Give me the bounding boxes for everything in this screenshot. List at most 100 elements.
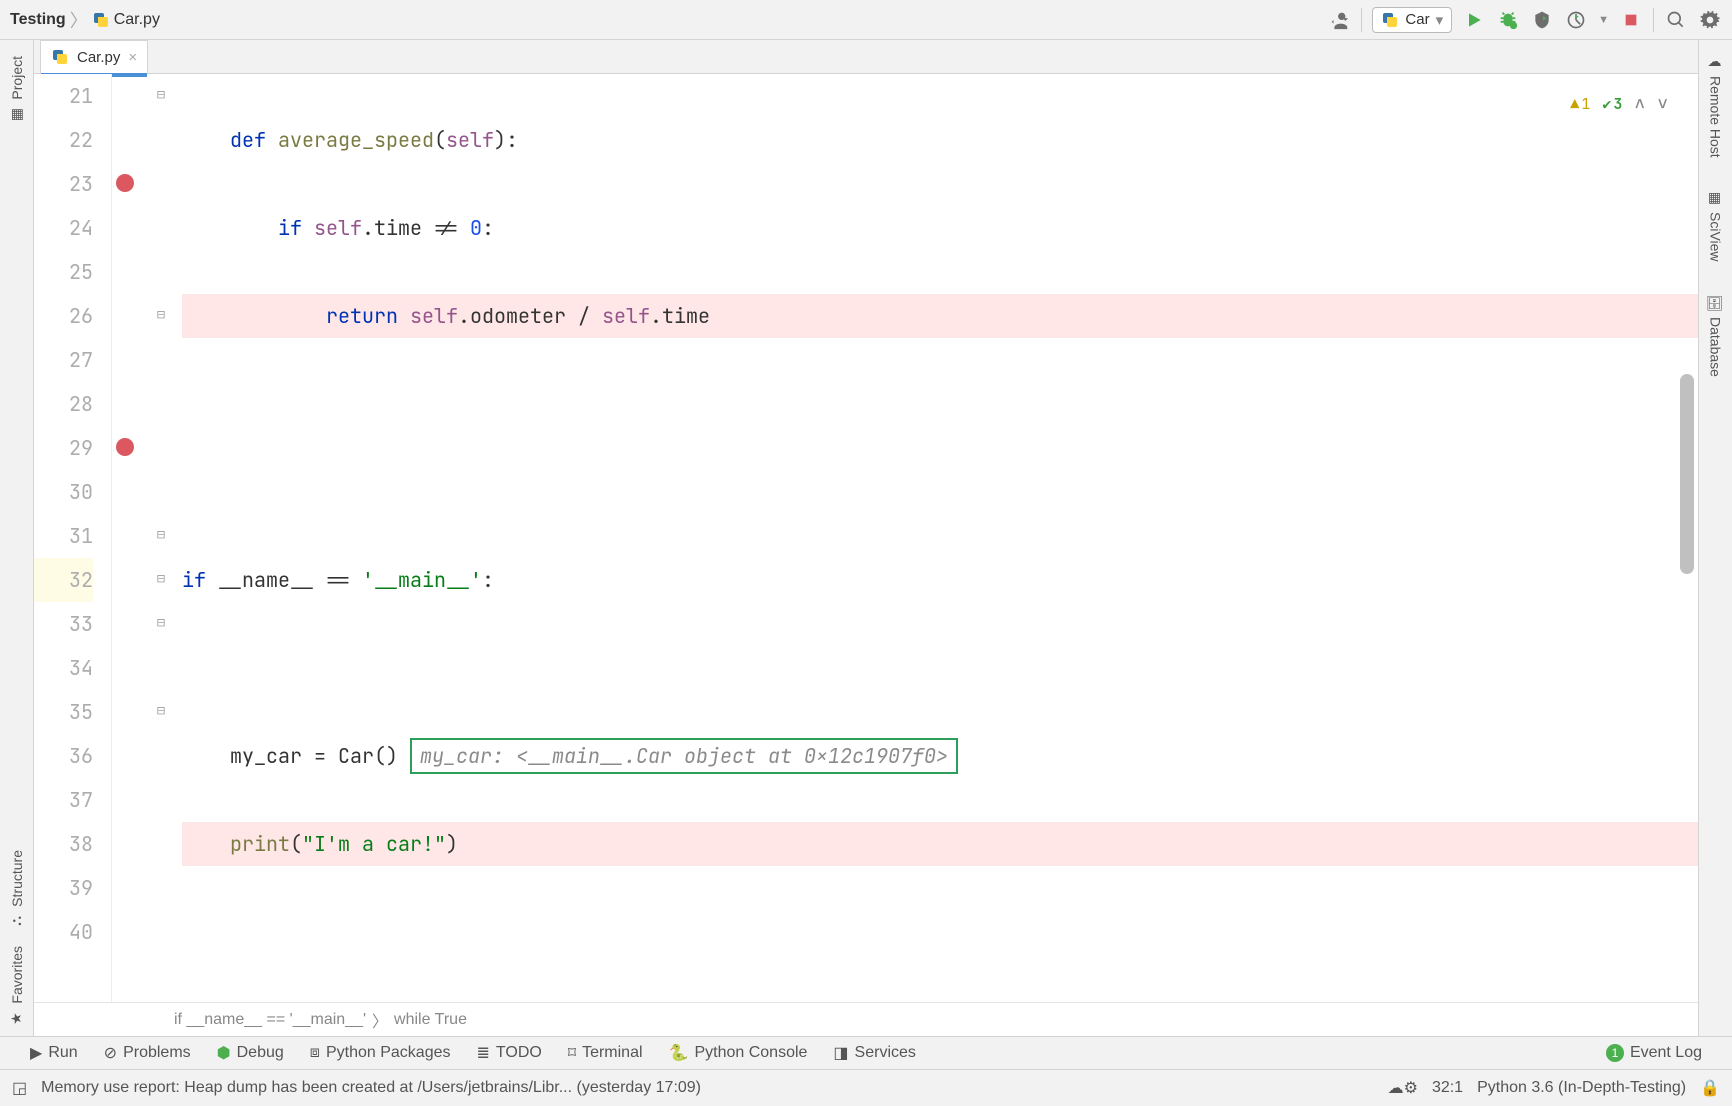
tool-window-toggle-icon[interactable]: ◲ (12, 1078, 27, 1098)
project-tool-tab[interactable]: ▦Project (9, 46, 25, 132)
code-line[interactable]: return self.odometer / self.time (182, 294, 1698, 338)
pypkg-label: Python Packages (326, 1044, 451, 1062)
line-number[interactable]: 27 (34, 338, 93, 382)
services-tool-tab[interactable]: ◨Services (833, 1043, 915, 1063)
code-line[interactable] (182, 470, 1698, 514)
line-number[interactable]: 38 (34, 822, 93, 866)
line-number[interactable]: 29 (34, 426, 93, 470)
breadcrumb-project[interactable]: Testing (10, 11, 66, 29)
code-line[interactable]: def average_speed(self): (182, 118, 1698, 162)
search-icon[interactable] (1664, 8, 1688, 32)
line-number[interactable]: 37 (34, 778, 93, 822)
line-number-gutter[interactable]: 21 22 23 24 25 26 27 28 29 30 31 32 33 3… (34, 74, 112, 1002)
run-coverage-button[interactable] (1530, 8, 1554, 32)
code-area[interactable]: def average_speed(self): if self.time !=… (112, 74, 1698, 1002)
line-number[interactable]: 21 (34, 74, 93, 118)
code-line[interactable]: if self.time != 0: (182, 206, 1698, 250)
run-config-selector[interactable]: Car ▾ (1372, 7, 1452, 33)
line-number[interactable]: 23 (34, 162, 93, 206)
structure-tool-tab[interactable]: ⛬Structure (9, 840, 25, 937)
code-editor[interactable]: 21 22 23 24 25 26 27 28 29 30 31 32 33 3… (34, 74, 1698, 1002)
next-highlight-icon[interactable]: ∨ (1657, 82, 1668, 126)
code-line[interactable] (182, 910, 1698, 954)
lock-icon[interactable]: 🔒 (1700, 1078, 1720, 1098)
line-number[interactable]: 30 (34, 470, 93, 514)
terminal-label: Terminal (582, 1044, 642, 1062)
line-number[interactable]: 34 (34, 646, 93, 690)
python-interpreter[interactable]: Python 3.6 (In-Depth-Testing) (1477, 1079, 1686, 1097)
python-console-tool-tab[interactable]: 🐍Python Console (669, 1043, 808, 1063)
editor-tab-car[interactable]: Car.py × (40, 40, 148, 73)
breadcrumb[interactable]: Testing 〉 Car.py (10, 7, 160, 33)
warning-indicator[interactable]: ▲1 (1570, 82, 1590, 126)
database-tab[interactable]: 🗄Database (1708, 287, 1724, 383)
code-line[interactable]: if __name__ == '__main__': (182, 558, 1698, 602)
chevron-right-icon: 〉 (70, 7, 88, 33)
debug-button[interactable] (1496, 8, 1520, 32)
line-number[interactable]: 35 (34, 690, 93, 734)
event-log-tool-tab[interactable]: 1Event Log (1606, 1044, 1702, 1062)
background-tasks-icon[interactable]: ☁⚙ (1388, 1078, 1418, 1098)
scrollbar-thumb[interactable] (1680, 374, 1694, 574)
right-tool-rail: ☁Remote Host ▦SciView 🗄Database (1698, 40, 1732, 1036)
add-user-icon[interactable] (1327, 8, 1351, 32)
line-number[interactable]: 28 (34, 382, 93, 426)
line-number[interactable]: 39 (34, 866, 93, 910)
code-line[interactable] (182, 646, 1698, 690)
python-packages-tool-tab[interactable]: ⧈ Python Packages (310, 1044, 451, 1062)
terminal-tool-tab[interactable]: ⌑ Terminal (568, 1043, 643, 1063)
breadcrumb-segment[interactable]: if __name__ == '__main__' (174, 1011, 366, 1029)
line-number[interactable]: 24 (34, 206, 93, 250)
line-number[interactable]: 22 (34, 118, 93, 162)
debug-tool-tab[interactable]: ⬢Debug (217, 1043, 284, 1063)
inspection-widget[interactable]: ▲1 ✔3 ∧ ∨ (1570, 82, 1668, 126)
problems-icon: ⊘ (104, 1043, 117, 1063)
line-number[interactable]: 33 (34, 602, 93, 646)
favorites-tool-tab[interactable]: ★Favorites (9, 936, 25, 1036)
run-button[interactable] (1462, 8, 1486, 32)
terminal-icon: ⌑ (568, 1043, 576, 1063)
close-icon[interactable]: × (128, 49, 137, 66)
sciview-tab[interactable]: ▦SciView (1708, 184, 1724, 268)
todo-tool-tab[interactable]: ≣TODO (477, 1043, 542, 1063)
code-line[interactable] (182, 382, 1698, 426)
breadcrumb-file[interactable]: Car.py (92, 11, 160, 29)
status-message[interactable]: Memory use report: Heap dump has been cr… (41, 1079, 701, 1097)
debug-label: Debug (237, 1044, 284, 1062)
tab-label: Car.py (77, 49, 120, 66)
profile-button[interactable] (1564, 8, 1588, 32)
prev-highlight-icon[interactable]: ∧ (1634, 82, 1645, 126)
run-tool-tab[interactable]: ▶Run (30, 1043, 78, 1063)
favorites-tab-label: Favorites (9, 946, 25, 1004)
code-line[interactable]: my_car = Car()my_car: <__main__.Car obje… (182, 734, 1698, 778)
problems-tool-tab[interactable]: ⊘ Problems (104, 1043, 191, 1063)
package-icon: ⧈ (310, 1044, 320, 1062)
main-area: ▦Project ⛬Structure ★Favorites Car.py × … (0, 40, 1732, 1036)
line-number[interactable]: 31 (34, 514, 93, 558)
left-tool-rail: ▦Project ⛬Structure ★Favorites (0, 40, 34, 1036)
problems-label: Problems (123, 1044, 191, 1062)
python-file-icon (92, 11, 110, 29)
line-number[interactable]: 26 (34, 294, 93, 338)
chevron-down-icon[interactable]: ▼ (1598, 14, 1609, 26)
structure-icon: ⛬ (10, 911, 24, 927)
stop-button[interactable] (1619, 8, 1643, 32)
gear-icon[interactable] (1698, 8, 1722, 32)
line-number[interactable]: 36 (34, 734, 93, 778)
line-number[interactable]: 40 (34, 910, 93, 954)
code-line[interactable]: print("I'm a car!") (182, 822, 1698, 866)
line-number[interactable]: 25 (34, 250, 93, 294)
python-file-icon (51, 48, 69, 66)
code-line[interactable]: while True: (182, 998, 1698, 1002)
remote-host-tab[interactable]: ☁Remote Host (1708, 48, 1724, 164)
editor-breadcrumbs[interactable]: if __name__ == '__main__' 〉 while True (34, 1002, 1698, 1036)
breadcrumb-segment[interactable]: while True (394, 1011, 467, 1029)
caret-position[interactable]: 32:1 (1432, 1079, 1463, 1097)
play-icon: ▶ (30, 1043, 42, 1063)
line-number[interactable]: 32 (34, 558, 93, 602)
editor-tabs: Car.py × (34, 40, 1698, 74)
bottom-tool-bar: ▶Run ⊘ Problems ⬢Debug ⧈ Python Packages ≣… (0, 1036, 1732, 1070)
database-icon: 🗄 (1708, 293, 1724, 311)
weak-warning-indicator[interactable]: ✔3 (1602, 82, 1622, 126)
grid-icon: ▦ (1708, 190, 1724, 206)
